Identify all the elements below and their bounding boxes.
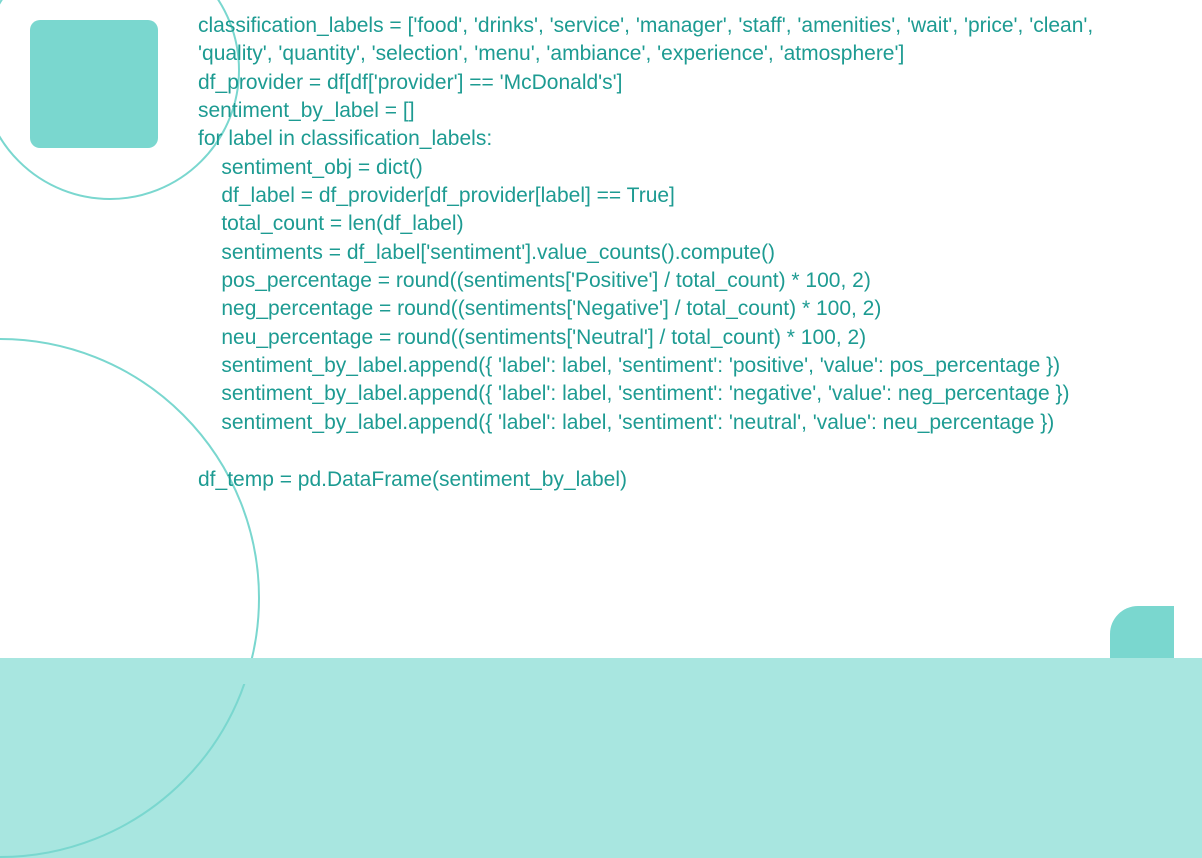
code-block: classification_labels = ['food', 'drinks… — [198, 12, 1162, 494]
code-line-4: for label in classification_labels: — [198, 127, 492, 150]
code-line-2: df_provider = df[df['provider'] == 'McDo… — [198, 71, 623, 94]
code-line-6: df_label = df_provider[df_provider[label… — [198, 184, 675, 207]
code-line-8: sentiments = df_label['sentiment'].value… — [198, 241, 775, 264]
code-line-7: total_count = len(df_label) — [198, 212, 464, 235]
slide-content: classification_labels = ['food', 'drinks… — [0, 0, 1202, 658]
bottom-bar — [0, 658, 1202, 684]
code-line-10: neg_percentage = round((sentiments['Nega… — [198, 297, 881, 320]
code-line-12: sentiment_by_label.append({ 'label': lab… — [198, 354, 1060, 377]
code-line-1: classification_labels = ['food', 'drinks… — [198, 14, 1099, 65]
decor-square — [30, 20, 158, 148]
code-line-5: sentiment_obj = dict() — [198, 156, 423, 179]
code-line-9: pos_percentage = round((sentiments['Posi… — [198, 269, 871, 292]
code-line-11: neu_percentage = round((sentiments['Neut… — [198, 326, 866, 349]
code-line-3: sentiment_by_label = [] — [198, 99, 415, 122]
code-line-13: sentiment_by_label.append({ 'label': lab… — [198, 382, 1070, 405]
decor-corner-bottom-right — [1110, 606, 1174, 658]
code-line-14: sentiment_by_label.append({ 'label': lab… — [198, 411, 1054, 434]
code-line-16: df_temp = pd.DataFrame(sentiment_by_labe… — [198, 468, 627, 491]
